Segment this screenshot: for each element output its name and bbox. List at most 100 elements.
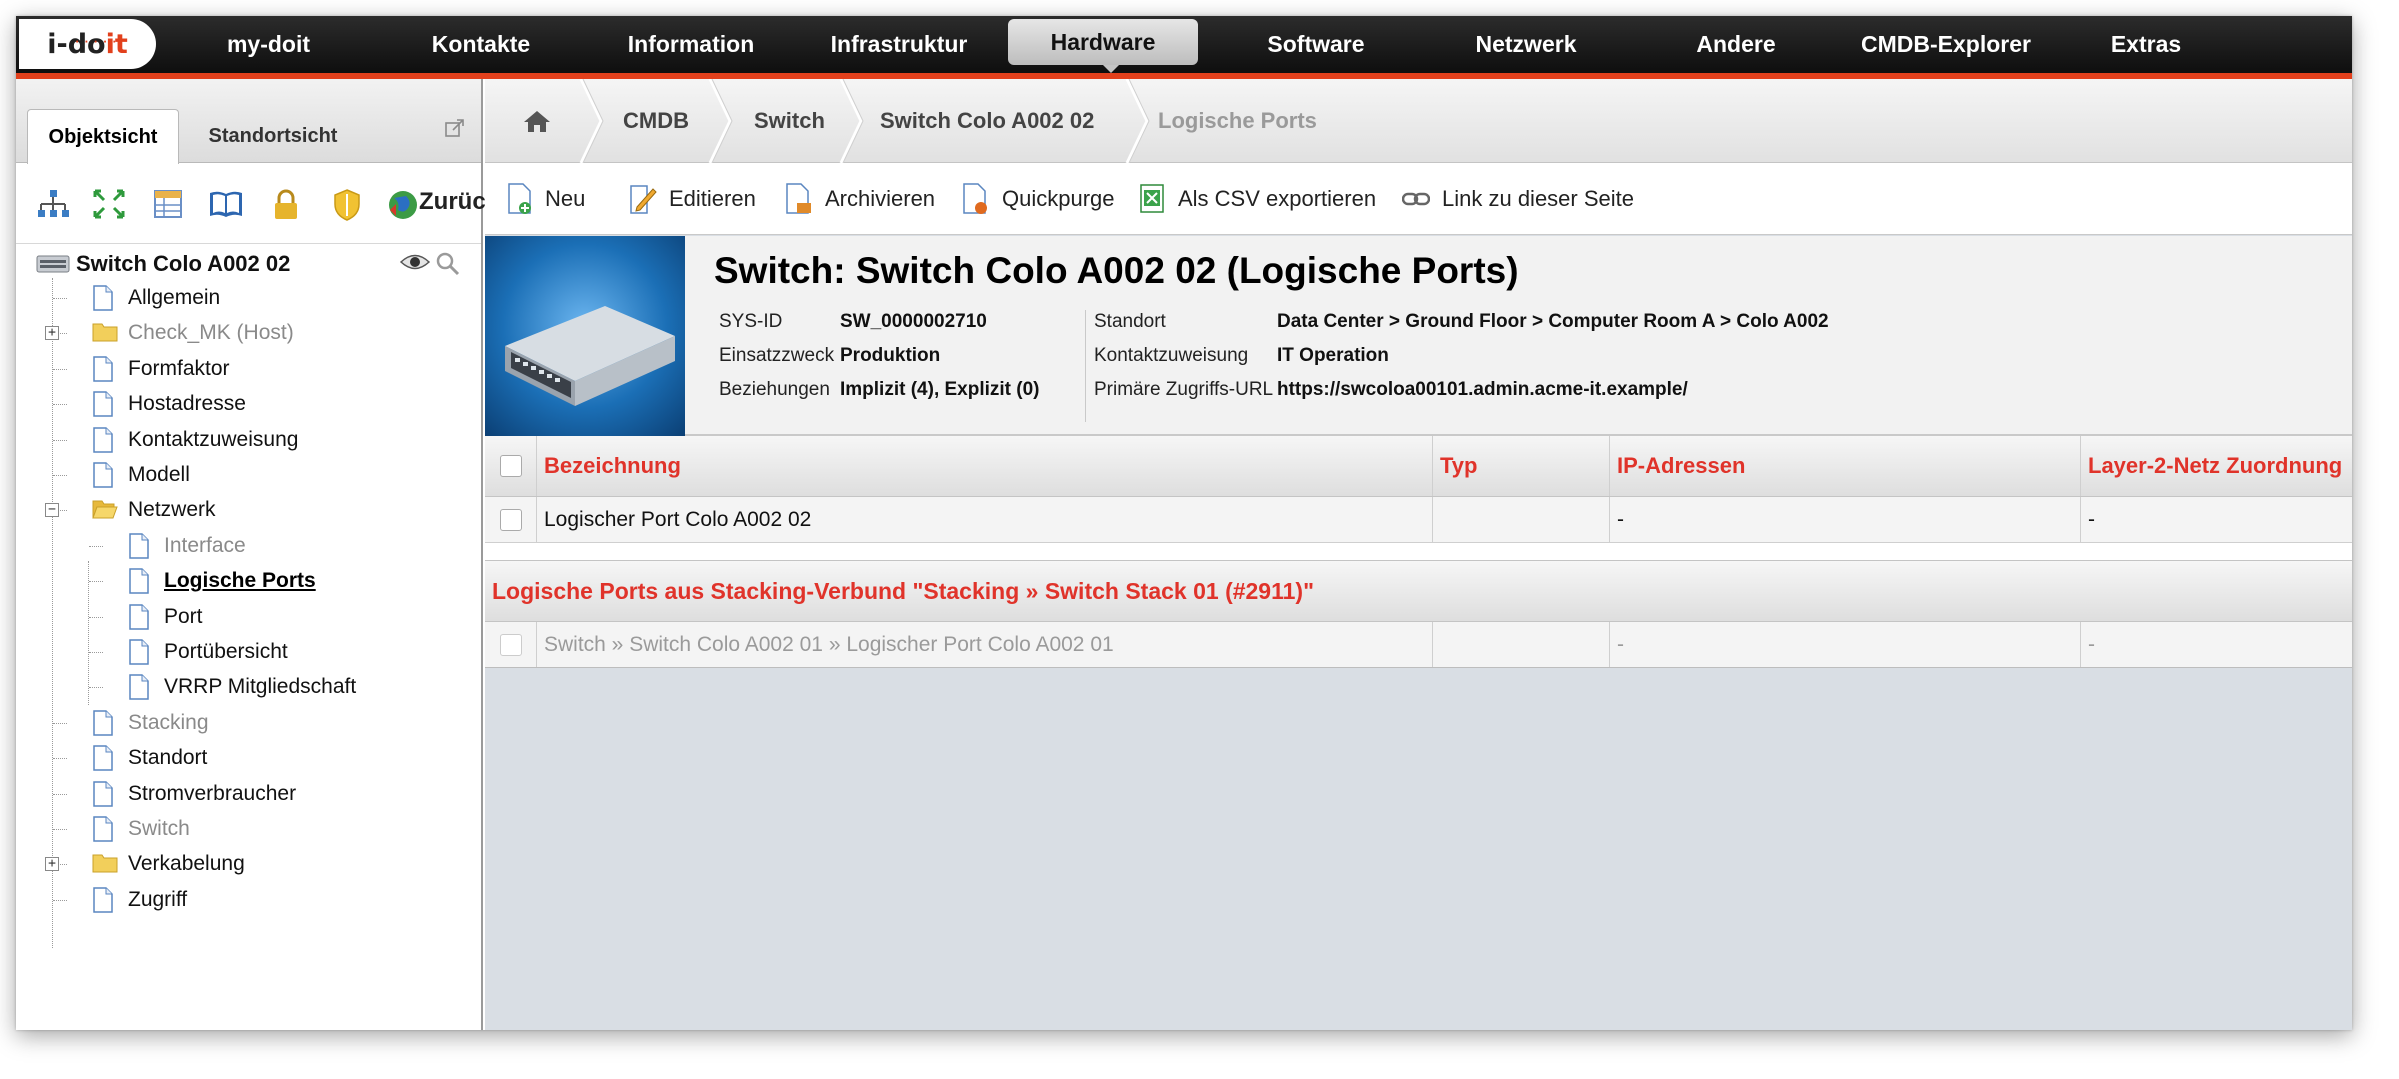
nav-software[interactable]: Software <box>1231 16 1401 73</box>
breadcrumb-cmdb[interactable]: CMDB <box>623 79 689 163</box>
tree-root-label: Switch Colo A002 02 <box>76 251 291 276</box>
tree-item-label: Interface <box>164 534 246 557</box>
nav-netzwerk[interactable]: Netzwerk <box>1441 16 1611 73</box>
select-all-checkbox[interactable] <box>499 455 522 477</box>
page-icon <box>92 285 114 311</box>
home-icon[interactable] <box>523 109 551 133</box>
csv-export-button[interactable]: Als CSV exportieren <box>1140 181 1376 217</box>
tree-item-check-mk-host[interactable]: Check_MK (Host) <box>92 316 294 350</box>
tab-objektsicht[interactable]: Objektsicht <box>27 109 179 164</box>
breadcrumb-current: Logische Ports <box>1158 108 1317 133</box>
nav-hardware[interactable]: Hardware <box>1008 19 1198 65</box>
breadcrumb-switch[interactable]: Switch <box>754 79 825 163</box>
back-globe-icon[interactable] <box>386 188 420 222</box>
expand-icon[interactable]: + <box>45 326 59 340</box>
breadcrumb: CMDB Switch Switch Colo A002 02 Logische… <box>485 79 2352 163</box>
tree-connector <box>53 758 67 759</box>
lock-icon[interactable] <box>271 188 301 222</box>
expand-all-icon[interactable] <box>92 188 126 220</box>
table-view-icon[interactable] <box>152 188 184 220</box>
active-nav-indicator <box>1103 65 1119 73</box>
value-beziehungen[interactable]: Implizit (4), Explizit (0) <box>840 379 1040 401</box>
tab-standortsicht[interactable]: Standortsicht <box>188 109 358 163</box>
page-icon <box>92 887 114 913</box>
back-button[interactable]: Zurüc <box>419 188 486 216</box>
tree-connector <box>53 829 67 830</box>
expand-icon[interactable]: + <box>45 857 59 871</box>
nav-infrastruktur[interactable]: Infrastruktur <box>804 16 994 73</box>
column-typ[interactable]: Typ <box>1433 436 1610 496</box>
tree-item-logische-ports[interactable]: Logische Ports <box>128 564 316 598</box>
value-kontaktzuweisung[interactable]: IT Operation <box>1277 345 1389 367</box>
tree-item-formfaktor[interactable]: Formfaktor <box>92 352 230 386</box>
new-button[interactable]: Neu <box>507 181 585 217</box>
tree-item-hostadresse[interactable]: Hostadresse <box>92 387 246 421</box>
tree-item-allgemein[interactable]: Allgemein <box>92 281 220 315</box>
top-navigation: · · · · · i-doit my-doit Kontakte Informa… <box>16 16 2352 73</box>
breadcrumb-separator-icon <box>708 79 733 163</box>
tree-structure-icon[interactable] <box>36 188 70 220</box>
nav-cmdb-explorer[interactable]: CMDB-Explorer <box>1846 16 2046 73</box>
column-layer2-netz[interactable]: Layer-2-Netz Zuordnung <box>2081 436 2352 496</box>
tree-item-label: Switch <box>128 817 190 840</box>
book-icon[interactable] <box>208 188 244 220</box>
value-sys-id: SW_0000002710 <box>840 311 987 332</box>
stacking-section-title: Logische Ports aus Stacking-Verbund "Sta… <box>492 578 1314 604</box>
eye-icon[interactable] <box>400 252 430 272</box>
nav-kontakte[interactable]: Kontakte <box>396 16 566 73</box>
tree-item-netzwerk[interactable]: Netzwerk <box>92 493 216 527</box>
i-doit-logo[interactable]: · · · · · i-doit <box>19 19 156 69</box>
label-einsatzzweck: Einsatzzweck <box>719 345 835 366</box>
nav-andere[interactable]: Andere <box>1656 16 1816 73</box>
tree-item-stacking[interactable]: Stacking <box>92 706 209 740</box>
nav-information[interactable]: Information <box>601 16 781 73</box>
tree-item-label: Hostadresse <box>128 392 246 415</box>
row-checkbox[interactable] <box>499 508 522 531</box>
tree-item-label: Zugriff <box>128 888 188 911</box>
page-link-button[interactable]: Link zu dieser Seite <box>1402 181 1634 217</box>
tree-item-interface[interactable]: Interface <box>128 529 246 563</box>
tree-connector <box>53 440 67 441</box>
column-bezeichnung[interactable]: Bezeichnung <box>537 436 1433 496</box>
nav-extras[interactable]: Extras <box>2076 16 2216 73</box>
view-tabs: Objektsicht Standortsicht <box>16 79 481 164</box>
tree-item-standort[interactable]: Standort <box>92 741 207 775</box>
archive-button[interactable]: Archivieren <box>785 181 935 217</box>
shield-icon[interactable] <box>332 188 362 222</box>
link-icon <box>1402 192 1430 206</box>
column-ip-adressen[interactable]: IP-Adressen <box>1610 436 2081 496</box>
tree-connector <box>53 298 67 299</box>
tree-item-port[interactable]: Port <box>128 600 203 634</box>
page-icon <box>128 674 150 700</box>
collapse-icon[interactable]: − <box>45 503 59 517</box>
tree-item-switch[interactable]: Switch <box>92 812 190 846</box>
app-window: · · · · · i-doit my-doit Kontakte Informa… <box>16 16 2352 1030</box>
page-icon <box>92 391 114 417</box>
value-zugriffs-url[interactable]: https://swcoloa00101.admin.acme-it.examp… <box>1277 379 1688 401</box>
nav-my-doit[interactable]: my-doit <box>186 16 351 73</box>
tree-item-verkabelung[interactable]: Verkabelung <box>92 847 245 881</box>
tree-item-kontaktzuweisung[interactable]: Kontaktzuweisung <box>92 423 298 457</box>
left-panel: Objektsicht Standortsicht Zurüc Switch C… <box>16 79 486 1030</box>
edit-button[interactable]: Editieren <box>629 181 756 217</box>
tree-root[interactable]: Switch Colo A002 02 <box>36 249 290 279</box>
tree-item-portübersicht[interactable]: Portübersicht <box>128 635 288 669</box>
cell-ip-adressen: - <box>1610 622 2081 667</box>
cell-ip-adressen: - <box>1610 497 2081 542</box>
tree-item-stromverbraucher[interactable]: Stromverbraucher <box>92 777 296 811</box>
tree-item-modell[interactable]: Modell <box>92 458 190 492</box>
search-icon[interactable] <box>436 252 460 276</box>
tree-item-vrrp-mitgliedschaft[interactable]: VRRP Mitgliedschaft <box>128 670 356 704</box>
external-link-icon[interactable] <box>444 117 466 139</box>
breadcrumb-object[interactable]: Switch Colo A002 02 <box>880 79 1094 163</box>
new-document-icon <box>508 183 531 214</box>
table-row[interactable]: Switch » Switch Colo A002 01 » Logischer… <box>485 622 2352 668</box>
value-standort[interactable]: Data Center > Ground Floor > Computer Ro… <box>1277 311 1829 333</box>
quickpurge-button[interactable]: Quickpurge <box>962 181 1115 217</box>
tree-connector <box>53 475 67 476</box>
tree-item-label: Check_MK (Host) <box>128 321 294 344</box>
table-row[interactable]: Logischer Port Colo A002 02 - - <box>485 497 2352 543</box>
tree-item-zugriff[interactable]: Zugriff <box>92 883 187 917</box>
label-standort: Standort <box>1094 311 1166 332</box>
tree-connector <box>89 687 103 688</box>
